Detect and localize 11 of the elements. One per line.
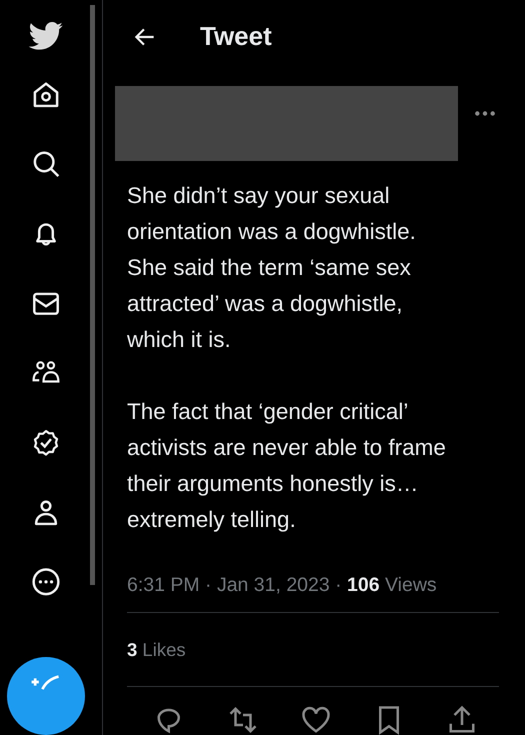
scrollbar[interactable]: [90, 5, 95, 585]
page-title: Tweet: [200, 21, 272, 52]
more-options-icon[interactable]: [474, 110, 496, 117]
tweet-text: She didn’t say your sexual orientation was a dogwhistle. She said the term ‘same sex attracted’ was a dogwhistle, which it is.: [127, 182, 417, 354]
heart-icon[interactable]: [301, 705, 331, 735]
tweet-text: The fact that ‘gender critical’ activists are never able to frame their arguments honestly is… extremely telling.: [127, 398, 447, 534]
like-count[interactable]: 3 Likes: [127, 638, 186, 661]
timestamp: 6:31 PM · Jan 31, 2023 ·: [127, 574, 343, 596]
view-count: 106 Views: [347, 574, 437, 596]
retweet-icon[interactable]: [228, 705, 258, 735]
share-icon[interactable]: [447, 705, 477, 735]
